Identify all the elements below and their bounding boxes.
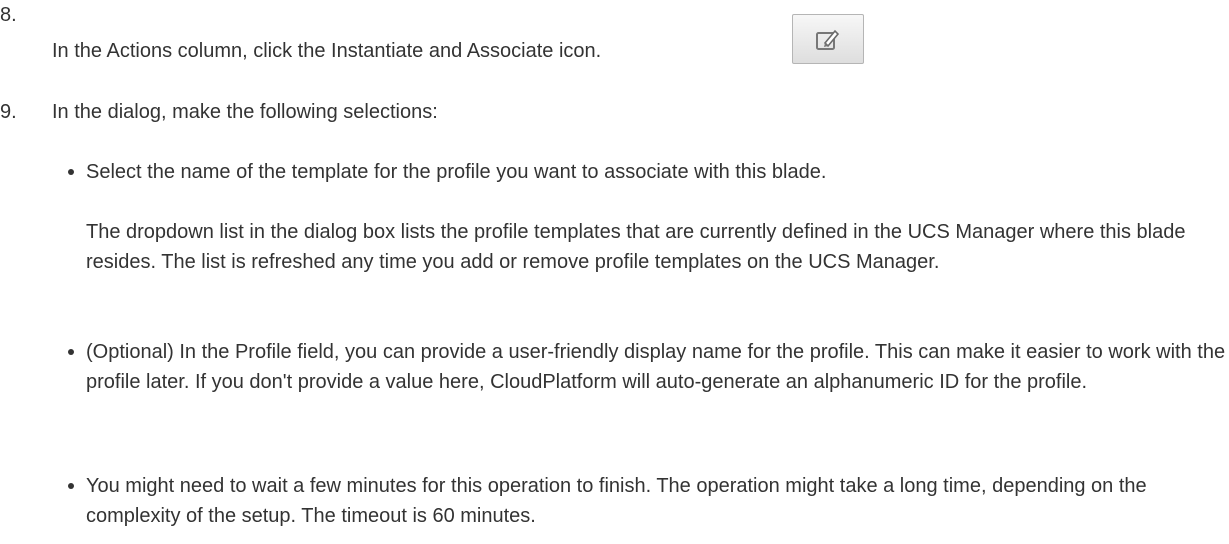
bullet-item-wait-operation: You might need to wait a few minutes for… [86,475,1147,527]
edit-icon [816,29,840,50]
bullet-icon [68,157,78,187]
step-8-instruction: In the Actions column, click the Instant… [52,40,602,62]
instantiate-and-associate-icon [792,14,864,64]
template-list-note: The dropdown list in the dialog box list… [86,221,1186,273]
bullet-icon [68,337,78,367]
bullet-icon [68,471,78,501]
step-8-number: 8. [0,4,17,26]
bullet-item-select-template: Select the name of the template for the … [86,161,827,183]
step-9-number: 9. [0,101,17,123]
step-9-instruction: In the dialog, make the following select… [52,101,438,123]
bullet-item-profile-field: (Optional) In the Profile field, you can… [86,341,1226,393]
